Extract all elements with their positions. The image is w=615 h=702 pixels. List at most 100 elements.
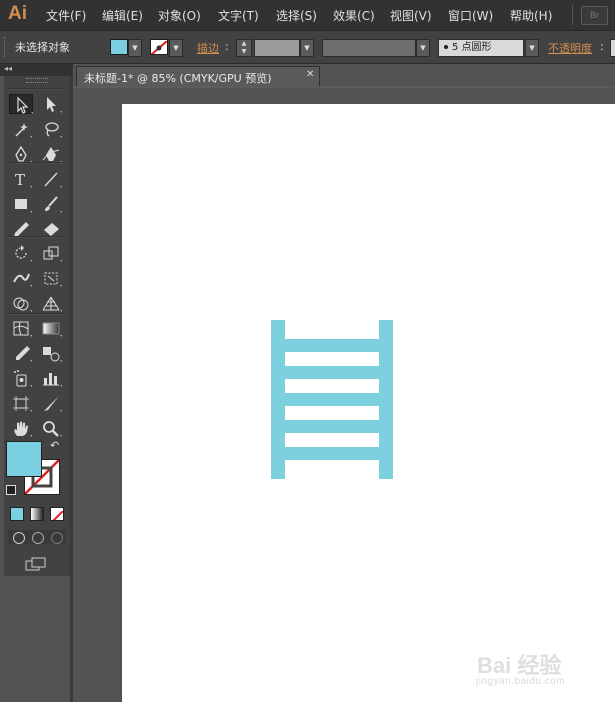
collapse-panel-icon[interactable]: ◂◂ [4,64,12,73]
blend-icon [43,347,62,362]
eyedropper-tool[interactable] [9,343,33,363]
stroke-weight-stepper[interactable]: ▲ ▼ [236,39,252,57]
opacity-label-colon: : [600,40,604,53]
app-logo: Ai [8,3,27,24]
color-button[interactable] [10,507,24,521]
opacity-label[interactable]: 不透明度 [548,40,592,56]
symbol-sprayer-tool[interactable] [9,368,33,388]
stroke-label-colon: : [225,40,229,53]
close-tab-icon[interactable]: ✕ [306,69,314,80]
menu-edit[interactable]: 编辑(E) [102,7,143,24]
stroke-dropdown[interactable]: ▼ [169,39,183,57]
menu-select[interactable]: 选择(S) [276,7,317,24]
menu-object[interactable]: 对象(O) [158,7,201,24]
opacity-field[interactable] [610,39,615,57]
stroke-weight-field[interactable] [254,39,300,57]
curvature-pen-icon [42,147,62,163]
brush-dropdown[interactable]: ▼ [525,39,539,57]
document-tab[interactable]: 未标题-1* @ 85% (CMYK/GPU 预览) ✕ [76,66,320,87]
fill-swatch-large[interactable] [6,441,42,477]
menu-effect[interactable]: 效果(C) [333,7,375,24]
selection-tool[interactable] [9,94,33,114]
curvature-pen-tool[interactable] [39,144,63,164]
none-button[interactable] [50,507,64,521]
draw-normal-icon[interactable] [13,532,25,544]
lasso-icon [45,122,62,138]
menu-bar: Ai 文件(F) 编辑(E) 对象(O) 文字(T) 选择(S) 效果(C) 视… [0,0,615,31]
perspective-grid-icon [42,296,62,312]
tab-strip [73,86,615,88]
gradient-button[interactable] [30,507,44,521]
tool-separator [8,162,66,164]
menu-divider [572,5,573,25]
menu-window[interactable]: 窗口(W) [448,7,493,24]
symbol-sprayer-icon [14,370,32,387]
slice-icon [44,396,62,412]
fill-dropdown[interactable]: ▼ [128,39,142,57]
mesh-icon [13,321,32,337]
type-icon: T [15,171,32,189]
tools-panel-grip[interactable] [26,78,48,83]
control-bar-grip[interactable] [4,37,8,57]
paintbrush-tool[interactable] [39,194,63,214]
menu-help[interactable]: 帮助(H) [510,7,552,24]
variable-width-profile[interactable] [322,39,416,57]
menu-type[interactable]: 文字(T) [218,7,259,24]
default-colors-icon[interactable] [6,485,16,495]
fill-color-swatch[interactable] [110,39,128,55]
screen-mode-button[interactable] [25,556,47,571]
slice-tool[interactable] [39,393,63,413]
type-tool[interactable]: T [9,169,33,189]
column-graph-tool[interactable] [39,368,63,388]
draw-inside-icon[interactable] [51,532,63,544]
stroke-weight-dropdown[interactable]: ▼ [300,39,314,57]
line-segment-icon [44,172,62,188]
document-tab-title: 未标题-1* @ 85% (CMYK/GPU 预览) [84,72,272,85]
rectangle-tool[interactable] [9,194,33,214]
blend-tool[interactable] [39,343,63,363]
stroke-label[interactable]: 描边 [197,40,219,56]
shape-builder-icon [13,297,32,312]
artboard-tool[interactable] [9,393,33,413]
draw-behind-icon[interactable] [32,532,44,544]
direct-selection-tool[interactable] [39,94,63,114]
artboard[interactable] [122,104,615,702]
scale-icon [43,246,62,262]
artboard-icon [13,396,32,412]
drawing-modes [8,530,66,544]
mesh-tool[interactable] [9,318,33,338]
width-tool[interactable] [9,268,33,288]
none-icon [52,510,63,520]
fill-stroke-widget: ↶ [6,439,66,501]
lasso-tool[interactable] [39,119,63,139]
profile-dropdown[interactable]: ▼ [416,39,430,57]
scale-tool[interactable] [39,243,63,263]
tool-separator [8,236,66,238]
menu-view[interactable]: 视图(V) [390,7,432,24]
pen-icon [15,145,32,163]
watermark-url: jingyan.baidu.com [476,676,566,687]
gradient-tool[interactable] [39,318,63,338]
zoom-tool[interactable] [39,418,63,438]
menu-file[interactable]: 文件(F) [46,7,86,24]
perspective-grid-tool[interactable] [39,293,63,313]
rotate-tool[interactable] [9,243,33,263]
panel-divider [70,76,73,702]
bridge-button[interactable]: Br [581,6,608,25]
stroke-color-swatch[interactable] [150,39,168,55]
pen-tool[interactable] [9,144,33,164]
selection-status: 未选择对象 [15,41,70,54]
paintbrush-icon [45,196,62,213]
column-graph-icon [43,373,62,387]
tools-panel-header[interactable]: ◂◂ [0,64,73,76]
control-bar: 未选择对象 ▼ ▼ 描边 : ▲ ▼ ▼ ▼ 5 点圆形 ▼ 不透明度 : [0,31,615,64]
swap-fill-stroke-icon[interactable]: ↶ [50,439,59,452]
brush-definition[interactable]: 5 点圆形 [438,39,524,57]
hand-tool[interactable] [9,418,33,438]
magic-wand-icon [15,123,32,138]
tools-panel: T ↶ [4,76,70,576]
shape-builder-tool[interactable] [9,293,33,313]
line-segment-tool[interactable] [39,169,63,189]
free-transform-tool[interactable] [39,268,63,288]
magic-wand-tool[interactable] [9,119,33,139]
